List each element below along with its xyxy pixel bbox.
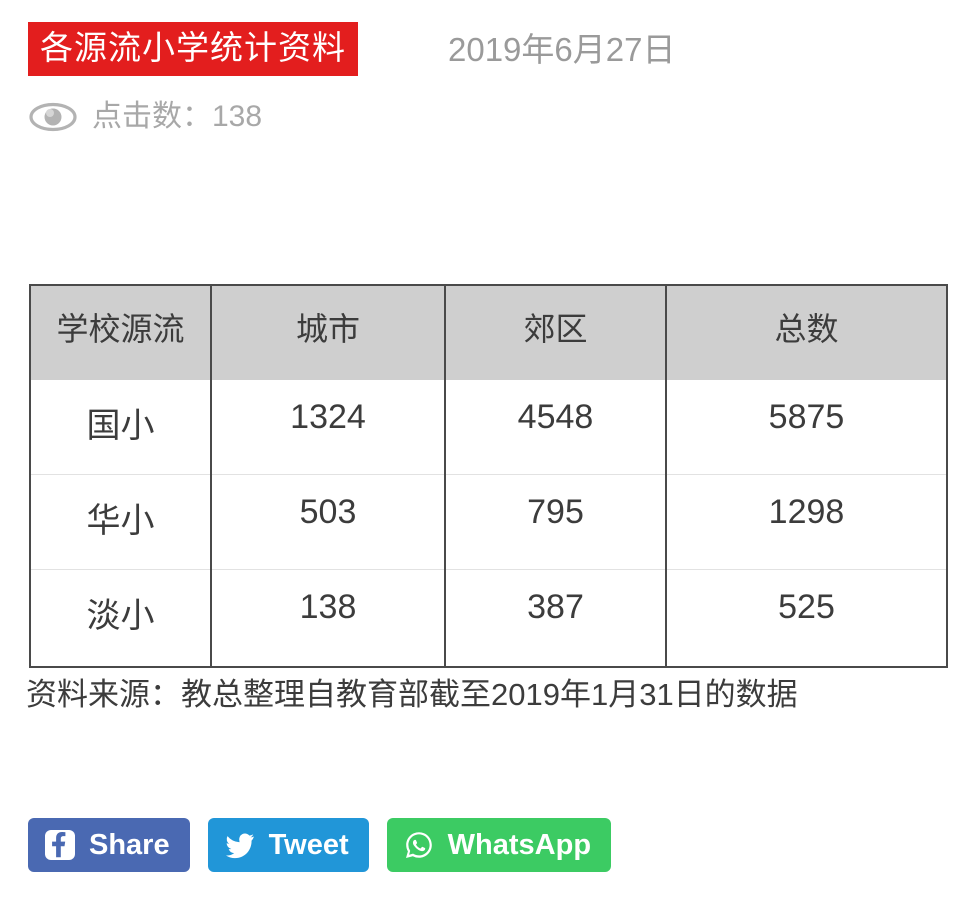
share-bar: Share Tweet WhatsApp (28, 818, 612, 872)
statistics-table: 学校源流 城市 郊区 总数 国小 1324 4548 5875 华小 503 7… (29, 284, 948, 668)
facebook-share-label: Share (89, 829, 170, 861)
article-header: 各源流小学统计资料 2019年6月27日 点击数：138 (0, 0, 960, 160)
source-note: 资料来源：教总整理自教育部截至2019年1月31日的数据 (26, 677, 798, 712)
cell-total: 525 (665, 568, 947, 667)
table-row: 华小 503 795 1298 (30, 473, 947, 569)
cell-urban: 1324 (210, 378, 445, 474)
hit-counter-label: 点击数：138 (92, 100, 263, 133)
table-row: 淡小 138 387 525 (30, 568, 947, 667)
twitter-icon (224, 829, 256, 861)
whatsapp-share-button[interactable]: WhatsApp (386, 818, 612, 872)
eye-icon (28, 102, 78, 132)
column-header-source: 学校源流 (30, 285, 211, 379)
cell-source: 华小 (30, 473, 211, 569)
whatsapp-icon (403, 829, 435, 861)
cell-total: 5875 (665, 378, 947, 474)
table-header-row: 学校源流 城市 郊区 总数 (30, 285, 947, 379)
facebook-icon (44, 829, 76, 861)
cell-urban: 503 (210, 473, 445, 569)
column-header-urban: 城市 (210, 285, 445, 379)
cell-suburban: 795 (444, 473, 666, 569)
cell-source: 国小 (30, 378, 211, 474)
cell-suburban: 387 (444, 568, 666, 667)
cell-source: 淡小 (30, 568, 211, 667)
column-header-suburban: 郊区 (444, 285, 666, 379)
cell-total: 1298 (665, 473, 947, 569)
twitter-share-button[interactable]: Tweet (207, 818, 369, 872)
page-title: 各源流小学统计资料 (28, 22, 358, 76)
table-row: 国小 1324 4548 5875 (30, 378, 947, 474)
cell-urban: 138 (210, 568, 445, 667)
whatsapp-share-label: WhatsApp (447, 829, 592, 861)
facebook-share-button[interactable]: Share (28, 818, 190, 872)
hit-counter: 点击数：138 (28, 98, 262, 136)
publish-date: 2019年6月27日 (448, 31, 676, 68)
twitter-share-label: Tweet (268, 829, 349, 861)
column-header-total: 总数 (665, 285, 947, 379)
cell-suburban: 4548 (444, 378, 666, 474)
statistics-table-container: 学校源流 城市 郊区 总数 国小 1324 4548 5875 华小 503 7… (29, 284, 948, 668)
